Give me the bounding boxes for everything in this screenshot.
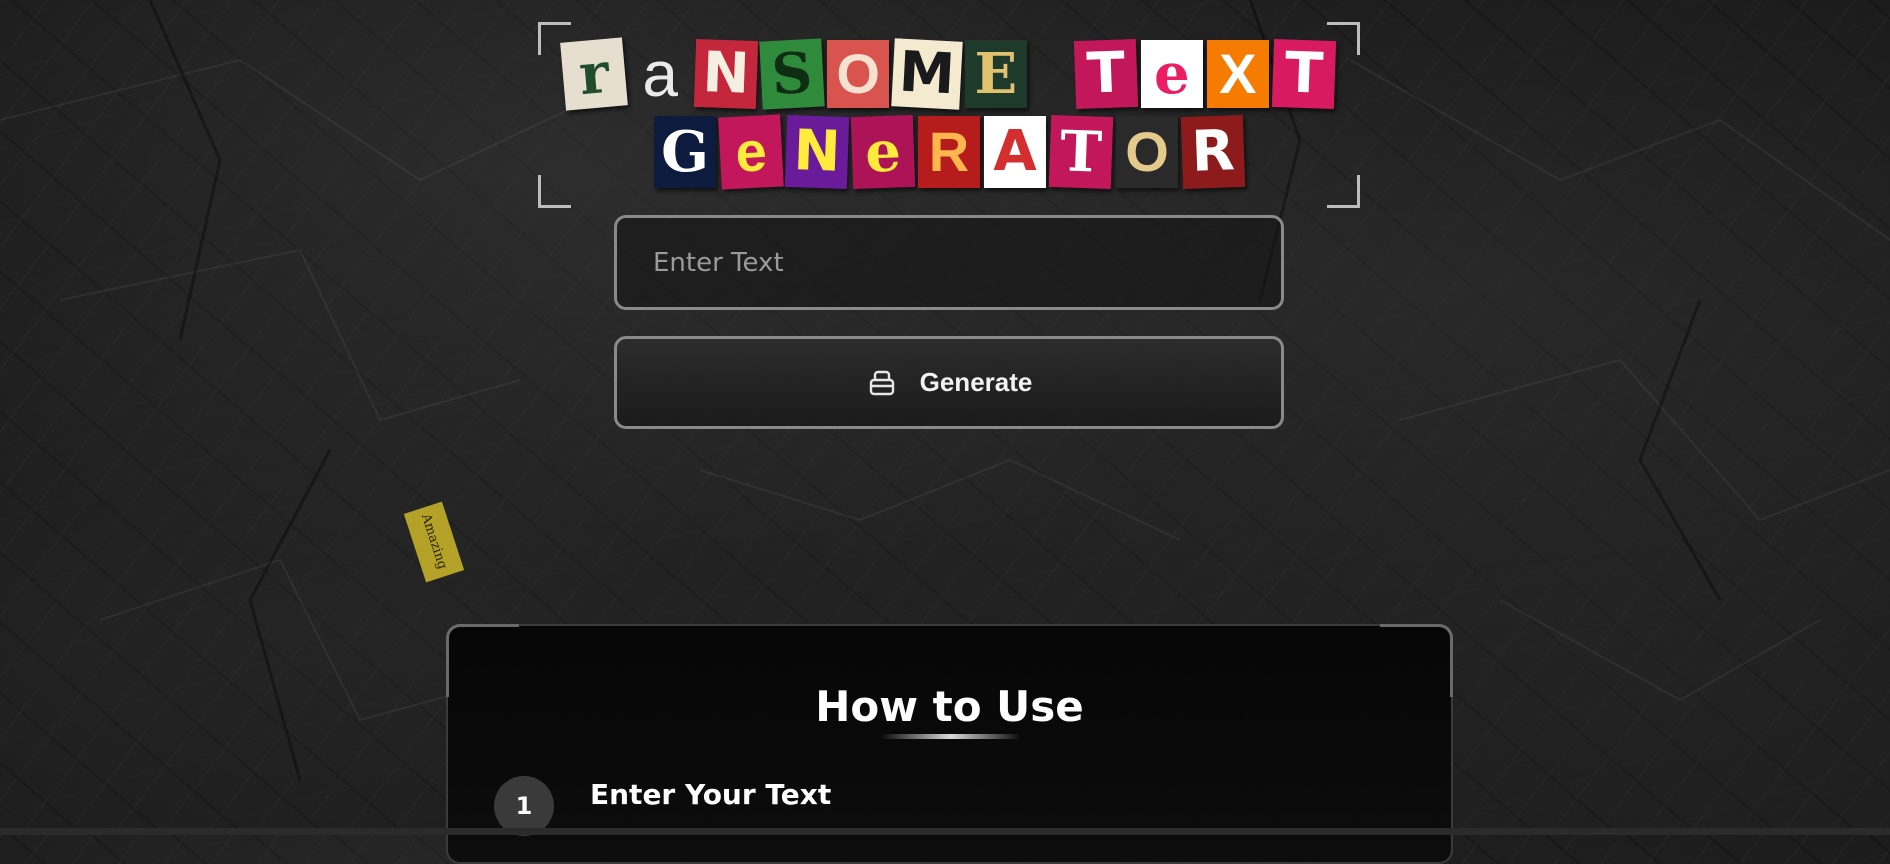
logo-letter-tile: T xyxy=(1048,114,1114,190)
how-to-use-title: How to Use xyxy=(815,682,1084,731)
logo-letter-tile: O xyxy=(827,40,890,108)
logo-letter-tile: R xyxy=(918,116,980,188)
logo-letter-tile: e xyxy=(850,114,916,190)
logo-letter-tile: T xyxy=(1271,38,1337,110)
amazing-sticker: Amazing xyxy=(403,501,465,583)
logo-letter-tile: T xyxy=(1073,38,1139,110)
title-underline xyxy=(881,734,1021,739)
logo-letter-tile: a xyxy=(642,38,678,110)
logo-letter-tile xyxy=(1031,40,1071,108)
logo-letter-tile: e xyxy=(718,114,784,190)
step-title: Enter Your Text xyxy=(590,777,832,811)
logo-letter-tile: E xyxy=(964,40,1027,108)
step-number-badge: 1 xyxy=(494,776,554,836)
generate-button-label: Generate xyxy=(919,367,1033,397)
generate-button[interactable]: Generate xyxy=(614,336,1284,429)
bottom-edge-bar xyxy=(0,828,1890,835)
ransome-text-logo: raNSOMETeXT GeNeRATOR xyxy=(538,22,1360,208)
logo-letter-tile: N xyxy=(693,38,759,110)
sticker-text: Amazing xyxy=(418,512,450,572)
logo-letter-tile: X xyxy=(1206,40,1269,108)
logo-letter-tile: r xyxy=(560,37,628,111)
eraser-icon xyxy=(869,370,894,395)
logo-letter-tile: S xyxy=(759,38,825,110)
logo-row-ransome-text: raNSOMETeXT xyxy=(538,37,1360,111)
logo-letter-tile: N xyxy=(784,114,850,190)
logo-letter-tile: R xyxy=(1180,114,1246,190)
logo-letter-tile: O xyxy=(1116,116,1178,188)
logo-letter-tile: A xyxy=(984,116,1046,188)
logo-row-generator: GeNeRATOR xyxy=(538,114,1360,190)
logo-letter-tile: G xyxy=(654,116,716,188)
logo-letter-tile: e xyxy=(1140,40,1203,108)
step-item: 1 Enter Your Text xyxy=(494,776,831,836)
text-input[interactable] xyxy=(614,215,1284,310)
logo-letter-tile: M xyxy=(891,38,963,110)
